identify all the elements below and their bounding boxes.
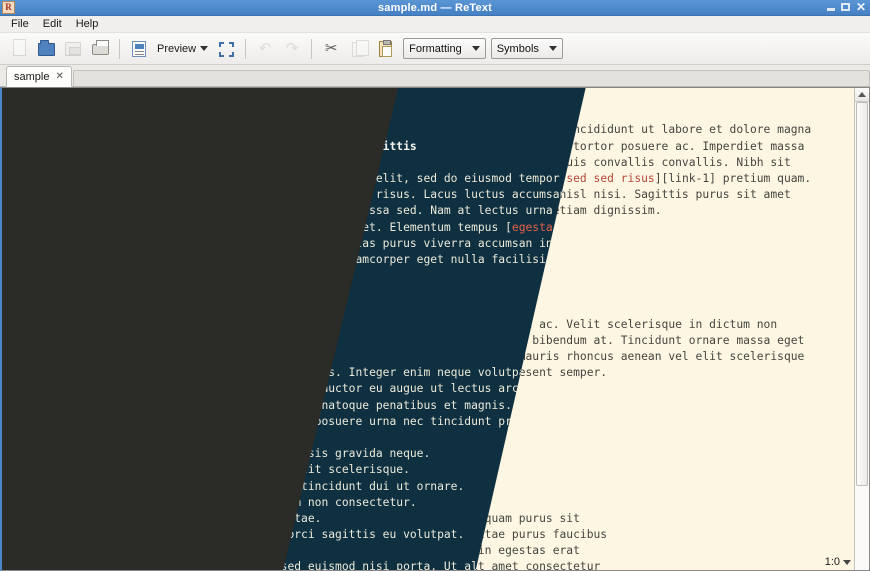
save-icon[interactable]: [60, 36, 86, 62]
line-number: 10: [11, 366, 25, 380]
minimize-icon[interactable]: [826, 8, 835, 11]
window-title: sample.md — ReText: [377, 1, 493, 14]
code-segment: ## Sed vulputate odio ut enim blandit: [29, 350, 281, 364]
line-number: 1: [18, 139, 25, 153]
code-segment: </div>: [29, 317, 70, 331]
close-icon[interactable]: ✕: [856, 1, 866, 13]
menu-item-file[interactable]: File: [4, 17, 36, 32]
chevron-down-icon: [200, 46, 209, 51]
title-bar: R sample.md — ReText ✕: [0, 0, 870, 16]
cursor-position-value: 1:0: [824, 556, 840, 568]
cursor-position-indicator[interactable]: 1:0: [825, 556, 851, 568]
menu-item-edit[interactable]: Edit: [36, 17, 69, 32]
chevron-down-icon: [548, 46, 557, 51]
symbols-dropdown[interactable]: Symbols: [490, 38, 563, 59]
toolbar-separator-3: [311, 38, 313, 59]
new-document-icon[interactable]: [6, 36, 32, 62]
tab-bar: sample ✕: [0, 65, 870, 87]
code-segment: * Volutpat blandit aliquam etiam erat ve…: [29, 463, 410, 477]
line-number: 11: [11, 430, 25, 444]
line-number: 8: [18, 333, 25, 347]
line-number: 3: [18, 171, 25, 185]
toolbar-separator-2: [245, 38, 247, 59]
scrollbar-thumb[interactable]: [856, 102, 868, 486]
fullscreen-icon[interactable]: [213, 36, 239, 62]
line-number: 9: [18, 350, 25, 364]
tab-label: sample: [14, 70, 50, 83]
line-number: 2: [18, 155, 25, 169]
cut-icon[interactable]: ✂: [318, 36, 344, 62]
code-segment: * Dui faucibus in ornare quam viverra or…: [29, 528, 465, 542]
paste-icon[interactable]: [372, 36, 398, 62]
close-icon[interactable]: ✕: [55, 71, 63, 82]
line-number: 15: [11, 495, 25, 509]
copy-icon[interactable]: [345, 36, 371, 62]
code-segment: * Etiam erat velit scelerisque in dictum…: [29, 495, 417, 509]
code-segment: "video": [103, 285, 152, 299]
maximize-icon[interactable]: [840, 3, 850, 11]
tab-bar-filler: [72, 70, 870, 87]
window-controls: ✕: [826, 1, 866, 13]
editor-container: 1 # Nisi quis Eleifend Quam Adipiscing Vi…: [0, 87, 870, 571]
tab-sample[interactable]: sample ✕: [6, 66, 72, 87]
scroll-up-arrow-icon[interactable]: [855, 88, 869, 102]
toolbar-separator-1: [119, 38, 120, 59]
chevron-down-icon: [843, 559, 851, 565]
line-number: 6: [18, 301, 25, 315]
code-segment: ][link-1] pretium quam.: [654, 171, 812, 185]
line-number: 12: [11, 447, 25, 461]
code-segment: ></iframe>: [239, 301, 308, 315]
redo-icon[interactable]: ↷: [279, 36, 305, 62]
vertical-scrollbar[interactable]: [854, 88, 869, 570]
code-segment: amet commodo nulla. Quisque sagittis pur…: [29, 220, 512, 234]
toolbar: Preview ↶ ↷ ✂ Formatting Symbols: [0, 33, 870, 65]
preview-label: Preview: [157, 42, 197, 55]
formatting-dropdown[interactable]: Formatting: [403, 38, 486, 59]
undo-icon[interactable]: ↶: [252, 36, 278, 62]
code-segment: * Ultricies eros in cursus turpis massa …: [29, 479, 465, 493]
code-segment: * Ipsum nunc aliquet bibendum enim facil…: [29, 447, 431, 461]
line-number: 17: [11, 528, 25, 542]
line-number: 16: [11, 511, 25, 525]
retext-window: R sample.md — ReText ✕ File Edit Help Pr…: [0, 0, 870, 571]
line-number: 4: [18, 269, 25, 283]
code-segment: >: [151, 285, 159, 299]
code-segment: <div class=: [29, 285, 104, 299]
menu-item-help[interactable]: Help: [69, 17, 106, 32]
print-icon[interactable]: [87, 36, 113, 62]
line-number: 19: [11, 560, 25, 570]
code-segment: <iframe src=: [29, 301, 138, 315]
code-segment: # Nisi quis Eleifend Quam Adipiscing Vit…: [29, 139, 417, 153]
line-number: 13: [11, 463, 25, 477]
scrollbar-track[interactable]: [855, 102, 869, 570]
line-number: 18: [11, 544, 25, 558]
line-number: 7: [18, 317, 25, 331]
open-folder-icon[interactable]: [33, 36, 59, 62]
chevron-down-icon: [471, 46, 480, 51]
code-segment: * Nisi quis eleifend quam adipiscing vit…: [29, 511, 322, 525]
symbols-label: Symbols: [496, 42, 539, 55]
line-number: 14: [11, 479, 25, 493]
preview-dropdown[interactable]: Preview: [153, 36, 212, 62]
formatting-label: Formatting: [409, 42, 462, 55]
preview-icon[interactable]: [126, 36, 152, 62]
text-editor[interactable]: 1 # Nisi quis Eleifend Quam Adipiscing Vi…: [2, 88, 854, 570]
line-number: 5: [18, 285, 25, 299]
code-segment: "//youtube.com": [137, 301, 240, 315]
menu-bar: File Edit Help: [0, 16, 870, 33]
code-segment: `integer`: [178, 188, 240, 202]
code-segment: aliqua. Ultricies leo: [29, 188, 179, 202]
